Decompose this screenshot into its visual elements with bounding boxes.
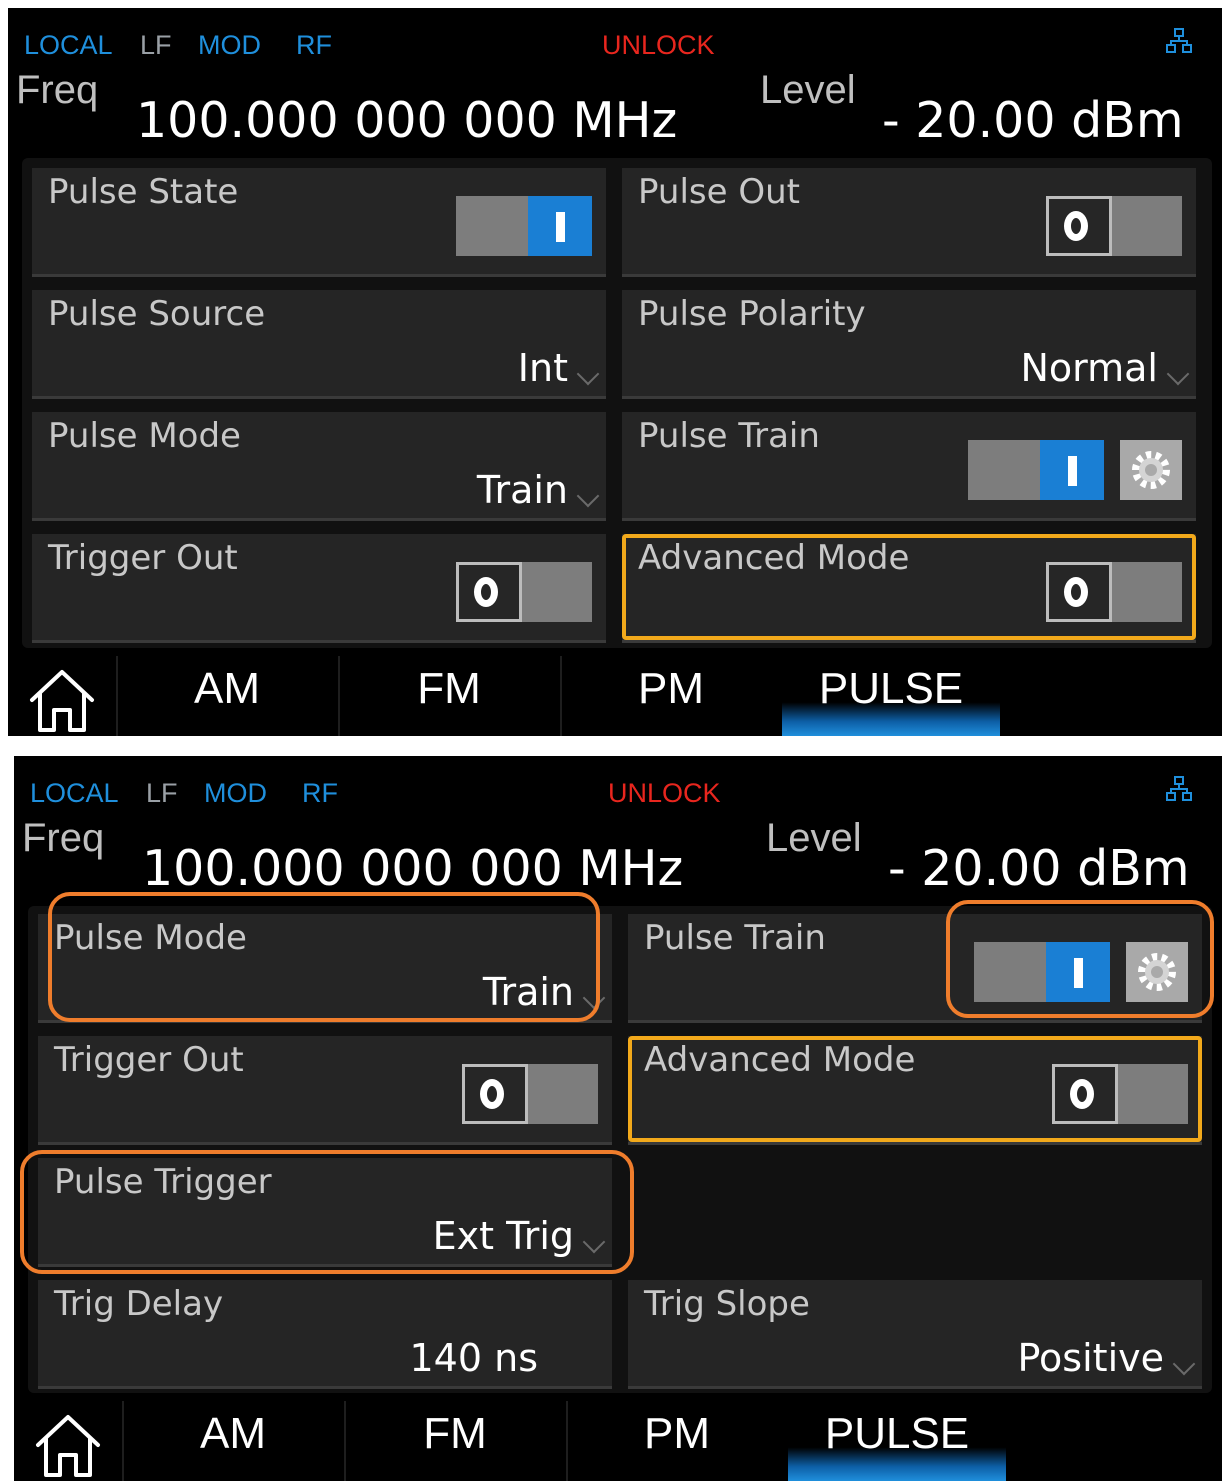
chevron-down-icon [576,484,600,508]
pulse-polarity-value[interactable]: Normal [1021,346,1159,390]
highlight-pulse-train-controls [946,900,1214,1018]
settings-panel: Pulse Mode Train Pulse Train Trigger Out… [20,892,1214,1393]
toggle-knob [462,1064,528,1124]
pulse-source-label: Pulse Source [48,294,266,334]
freq-value[interactable]: 100.000 000 000 MHz [142,840,683,897]
network-icon [1166,28,1192,53]
level-value[interactable]: - 20.00 dBm [888,840,1190,897]
chevron-down-icon [1166,362,1190,386]
highlight-advanced-mode [622,534,1196,640]
tab-fm[interactable]: FM [344,1401,564,1481]
pulse-out-cell[interactable]: Pulse Out [622,168,1196,277]
chevron-down-icon [576,362,600,386]
status-local: LOCAL [30,778,119,808]
pulse-polarity-label: Pulse Polarity [638,294,866,334]
tab-pulse[interactable]: PULSE [788,1401,1006,1481]
tab-bar: AM FM PM PULSE [14,1401,1222,1481]
toggle-knob [1040,440,1104,500]
level-value[interactable]: - 20.00 dBm [882,92,1184,149]
highlight-advanced-mode [628,1036,1202,1142]
status-local: LOCAL [24,30,113,60]
status-unlock: UNLOCK [608,778,721,808]
toggle-knob [528,196,592,256]
pulse-mode-value[interactable]: Train [477,468,568,512]
pulse-train-toggle[interactable] [968,440,1104,500]
level-label: Level [760,68,856,112]
status-rf: RF [302,778,338,808]
freq-value[interactable]: 100.000 000 000 MHz [136,92,677,149]
status-unlock: UNLOCK [602,30,715,60]
tab-fm[interactable]: FM [338,656,558,736]
highlight-pulse-trigger [20,1150,634,1274]
screen-1: LOCAL LF MOD RF UNLOCK Freq 100.000 000 … [8,8,1222,736]
status-mod: MOD [204,778,267,808]
network-icon [1166,776,1192,801]
pulse-state-toggle[interactable] [456,196,592,256]
tab-am[interactable]: AM [122,1401,342,1481]
tab-pm[interactable]: PM [566,1401,786,1481]
pulse-out-toggle[interactable] [1046,196,1182,256]
trig-slope-cell[interactable]: Trig Slope Positive [628,1280,1202,1389]
trigger-out-toggle[interactable] [462,1064,598,1124]
freq-label: Freq [16,68,99,112]
pulse-source-cell[interactable]: Pulse Source Int [32,290,606,399]
status-lf: LF [140,30,172,60]
trigger-out-label: Trigger Out [48,538,238,578]
toggle-knob [1046,196,1112,256]
pulse-source-value[interactable]: Int [518,346,568,390]
screen-2: LOCAL LF MOD RF UNLOCK Freq 100.000 000 … [14,756,1222,1481]
pulse-state-label: Pulse State [48,172,239,212]
trigger-out-cell[interactable]: Trigger Out [32,534,606,643]
pulse-train-cell[interactable]: Pulse Train [622,412,1196,521]
pulse-polarity-cell[interactable]: Pulse Polarity Normal [622,290,1196,399]
trig-delay-label: Trig Delay [54,1284,224,1324]
tab-am[interactable]: AM [116,656,336,736]
level-label: Level [766,816,862,860]
pulse-train-settings-button[interactable] [1120,440,1182,500]
status-mod: MOD [198,30,261,60]
highlight-pulse-mode [48,892,600,1022]
home-icon[interactable] [26,664,98,736]
status-lf: LF [146,778,178,808]
home-icon[interactable] [32,1409,104,1481]
trig-delay-value[interactable]: 140 ns [410,1336,539,1380]
toggle-knob [456,562,522,622]
chevron-down-icon [1172,1352,1196,1376]
trig-slope-value[interactable]: Positive [1018,1336,1165,1380]
freq-label: Freq [22,816,105,860]
trig-slope-label: Trig Slope [644,1284,810,1324]
trig-delay-cell[interactable]: Trig Delay 140 ns [38,1280,612,1389]
pulse-state-cell[interactable]: Pulse State [32,168,606,277]
settings-panel: Pulse State Pulse Out Pulse Source Int P… [22,158,1212,648]
tab-pulse[interactable]: PULSE [782,656,1000,736]
trigger-out-toggle[interactable] [456,562,592,622]
gear-icon [1132,451,1170,489]
trigger-out-label: Trigger Out [54,1040,244,1080]
pulse-train-label: Pulse Train [644,918,826,958]
pulse-mode-cell[interactable]: Pulse Mode Train [32,412,606,521]
tab-bar: AM FM PM PULSE [8,656,1222,736]
status-rf: RF [296,30,332,60]
tab-pm[interactable]: PM [560,656,780,736]
pulse-train-label: Pulse Train [638,416,820,456]
pulse-out-label: Pulse Out [638,172,800,212]
trigger-out-cell[interactable]: Trigger Out [38,1036,612,1145]
pulse-mode-label: Pulse Mode [48,416,241,456]
